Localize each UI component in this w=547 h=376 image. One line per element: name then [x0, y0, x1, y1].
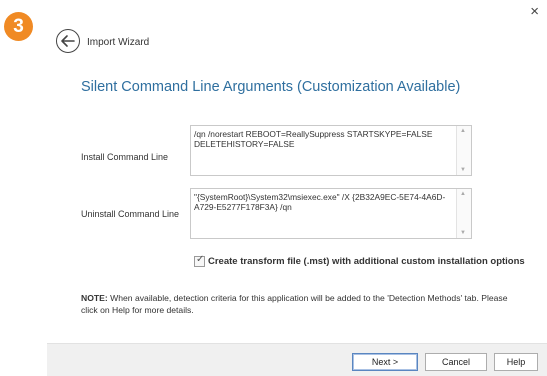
help-button[interactable]: Help — [494, 353, 538, 371]
uninstall-command-line-value[interactable]: "{SystemRoot}\System32\msiexec.exe" /X {… — [194, 192, 453, 212]
close-icon[interactable]: × — [530, 3, 539, 20]
scroll-down-icon[interactable]: ▼ — [460, 167, 466, 173]
wizard-title: Import Wizard — [87, 37, 150, 48]
detection-note: NOTE: When available, detection criteria… — [81, 293, 521, 316]
install-command-line-value[interactable]: /qn /norestart REBOOT=ReallySuppress STA… — [194, 129, 453, 149]
step-number-badge: 3 — [4, 12, 33, 41]
note-text: When available, detection criteria for t… — [81, 293, 508, 315]
checkmark-icon: ✓ — [196, 254, 205, 265]
create-transform-checkbox[interactable]: ✓ — [194, 254, 205, 267]
import-wizard-dialog: × Import Wizard Silent Command Line Argu… — [47, 0, 547, 376]
install-scrollbar[interactable]: ▲ ▼ — [456, 126, 471, 175]
scroll-up-icon[interactable]: ▲ — [460, 191, 466, 197]
create-transform-label[interactable]: Create transform file (.mst) with additi… — [208, 256, 525, 267]
back-button[interactable] — [56, 29, 80, 53]
scroll-up-icon[interactable]: ▲ — [460, 128, 466, 134]
arrow-left-icon — [61, 35, 75, 47]
cancel-button[interactable]: Cancel — [425, 353, 487, 371]
dialog-footer: Next > Cancel Help — [47, 343, 547, 376]
install-command-line-field[interactable]: /qn /norestart REBOOT=ReallySuppress STA… — [190, 125, 472, 176]
install-command-line-label: Install Command Line — [81, 152, 169, 162]
uninstall-command-line-field[interactable]: "{SystemRoot}\System32\msiexec.exe" /X {… — [190, 188, 472, 239]
section-title: Silent Command Line Arguments (Customiza… — [81, 79, 461, 95]
uninstall-scrollbar[interactable]: ▲ ▼ — [456, 189, 471, 238]
note-prefix: NOTE: — [81, 293, 108, 303]
next-button[interactable]: Next > — [352, 353, 418, 371]
uninstall-command-line-label: Uninstall Command Line — [81, 209, 180, 219]
scroll-down-icon[interactable]: ▼ — [460, 230, 466, 236]
